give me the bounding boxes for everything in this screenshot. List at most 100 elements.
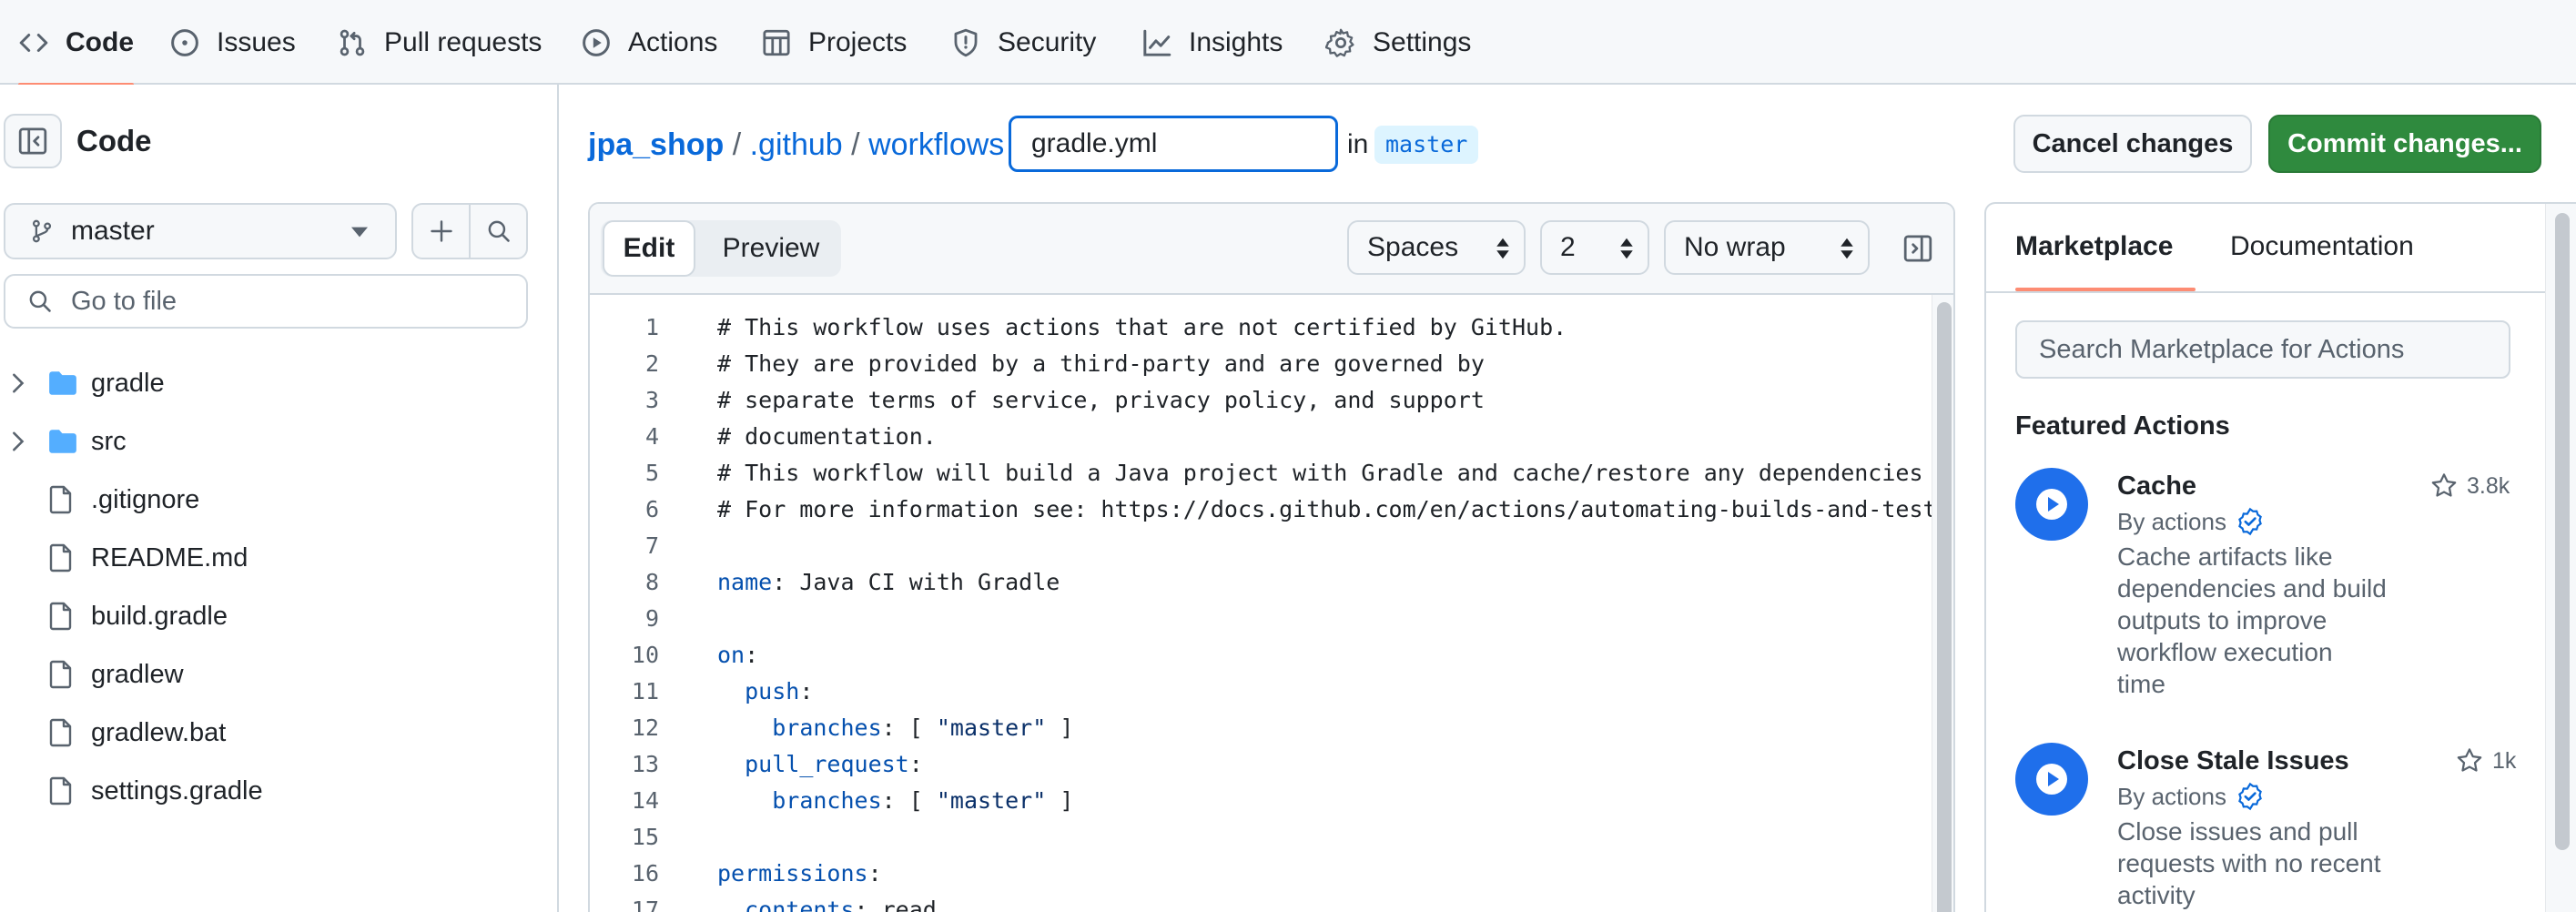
breadcrumb-repo-link[interactable]: jpa_shop — [588, 127, 724, 162]
documentation-tab-label: Documentation — [2230, 231, 2414, 261]
panel-scrollbar-track[interactable] — [2545, 204, 2576, 912]
indent-mode-select[interactable]: Spaces — [1347, 220, 1526, 275]
add-file-button[interactable] — [413, 205, 471, 258]
branch-badge: master — [1374, 126, 1479, 164]
tab-actions[interactable]: Actions — [581, 0, 717, 85]
indent-size-select[interactable]: 2 — [1540, 220, 1649, 275]
action-name[interactable]: Close Stale Issues — [2117, 743, 2349, 779]
featured-actions-heading: Featured Actions — [2015, 411, 2230, 441]
search-files-button[interactable] — [471, 205, 526, 258]
tree-item-file[interactable]: gradlew — [0, 649, 557, 700]
code-line: 10 on: — [590, 637, 1928, 674]
commit-changes-button[interactable]: Commit changes... — [2268, 115, 2541, 173]
tree-item-label: gradlew.bat — [91, 717, 227, 747]
tab-insights[interactable]: Insights — [1141, 0, 1283, 85]
yaml-rest: : — [799, 678, 814, 704]
line-text: name: Java CI with Gradle — [717, 564, 1060, 601]
tab-projects[interactable]: Projects — [761, 0, 907, 85]
go-to-file-input[interactable]: Go to file — [4, 274, 528, 329]
file-icon — [49, 776, 72, 806]
action-name[interactable]: Cache — [2117, 468, 2196, 504]
code-line: 13 pull_request: — [590, 746, 1928, 783]
marketplace-search-placeholder: Search Marketplace for Actions — [2039, 334, 2405, 364]
code-line: 9 — [590, 601, 1928, 637]
yaml-string: "master" — [936, 787, 1047, 814]
tab-label: Issues — [217, 26, 296, 57]
action-stars: 3.8k — [2430, 468, 2510, 504]
line-number: 4 — [644, 423, 659, 450]
line-number: 6 — [644, 496, 659, 522]
tree-item-file[interactable]: .gitignore — [0, 474, 557, 525]
code-line: 8 name: Java CI with Gradle — [590, 564, 1928, 601]
indent-mode-value: Spaces — [1367, 232, 1459, 262]
action-star-count: 3.8k — [2467, 472, 2510, 499]
yaml-key: on — [717, 642, 745, 668]
wrap-mode-select[interactable]: No wrap — [1664, 220, 1870, 275]
yaml-key: pull_request — [745, 751, 909, 777]
breadcrumb-dir-link[interactable]: workflows — [868, 127, 1004, 162]
action-card[interactable]: Cache 3.8k By actions Cache artifacts li… — [1986, 468, 2551, 741]
chevron-right-icon — [13, 431, 25, 451]
file-icon — [49, 543, 72, 573]
tree-item-folder[interactable]: gradle — [0, 358, 557, 409]
tree-item-file[interactable]: gradlew.bat — [0, 707, 557, 758]
yaml-indent — [717, 897, 745, 912]
branch-selector[interactable]: master — [4, 203, 397, 259]
tree-item-file[interactable]: settings.gradle — [0, 765, 557, 816]
graph-icon — [1143, 29, 1171, 56]
code-area[interactable]: 1 # This workflow uses actions that are n… — [590, 295, 1953, 912]
file-icon — [49, 718, 72, 747]
editor-scrollbar-thumb[interactable] — [1937, 302, 1952, 912]
tree-item-file[interactable]: build.gradle — [0, 591, 557, 642]
code-line: 3 # separate terms of service, privacy po… — [590, 382, 1928, 419]
marketplace-tab[interactable]: Marketplace — [2015, 231, 2173, 286]
toggle-side-panel-button[interactable] — [1891, 222, 1944, 275]
folder-icon — [49, 371, 76, 395]
line-text: contents: read — [717, 892, 937, 912]
tab-code[interactable]: Code — [18, 0, 134, 86]
yaml-indent — [717, 787, 772, 814]
yaml-rest: : — [745, 642, 759, 668]
cancel-changes-button[interactable]: Cancel changes — [2013, 115, 2252, 173]
tab-pull-requests[interactable]: Pull requests — [337, 0, 542, 85]
code-editor: Edit Preview Spaces 2 No wrap 1 # This wo… — [588, 202, 1955, 912]
preview-tab-label: Preview — [722, 233, 820, 263]
panel-scrollbar-thumb[interactable] — [2555, 213, 2570, 850]
yaml-rest: : Java CI with Gradle — [772, 569, 1060, 595]
marketplace-search-input[interactable]: Search Marketplace for Actions — [2015, 320, 2510, 379]
yaml-key: contents — [745, 897, 855, 912]
code-line: 2 # They are provided by a third-party an… — [590, 346, 1928, 382]
verified-icon — [2238, 507, 2262, 536]
line-text: # separate terms of service, privacy pol… — [717, 387, 1485, 413]
yaml-after: ] — [1046, 714, 1074, 741]
line-text: branches: [ "master" ] — [717, 710, 1073, 746]
go-to-file-placeholder: Go to file — [71, 286, 177, 316]
documentation-tab[interactable]: Documentation — [2230, 231, 2414, 286]
table-icon — [763, 29, 790, 56]
line-text: pull_request: — [717, 746, 923, 783]
yaml-indent — [717, 751, 745, 777]
filename-input[interactable] — [1009, 116, 1338, 172]
triangle-down-icon — [351, 227, 368, 238]
yaml-rest: : — [867, 860, 882, 887]
tab-issues[interactable]: Issues — [169, 0, 296, 85]
tree-item-file[interactable]: README.md — [0, 532, 557, 583]
tab-settings[interactable]: Settings — [1325, 0, 1471, 85]
editor-scrollbar-track[interactable] — [1932, 295, 1953, 912]
preview-tab[interactable]: Preview — [703, 220, 839, 277]
action-description-line: requests with no recent — [2117, 849, 2381, 877]
collapse-sidebar-button[interactable] — [4, 114, 62, 168]
tree-item-label: .gitignore — [91, 484, 200, 514]
action-card[interactable]: Close Stale Issues 1k By actions Close i… — [1986, 743, 2551, 912]
line-text: on: — [717, 637, 758, 674]
tree-item-label: gradlew — [91, 659, 184, 689]
tree-item-folder[interactable]: src — [0, 416, 557, 467]
tab-label: Projects — [808, 26, 908, 57]
tree-item-label: README.md — [91, 542, 248, 573]
breadcrumb-dir-link[interactable]: .github — [750, 127, 843, 162]
tab-security[interactable]: Security — [950, 0, 1096, 85]
breadcrumb-separator: / — [851, 127, 860, 162]
edit-tab[interactable]: Edit — [603, 220, 695, 277]
yaml-string: "master" — [936, 714, 1047, 741]
in-label: in — [1347, 129, 1369, 159]
